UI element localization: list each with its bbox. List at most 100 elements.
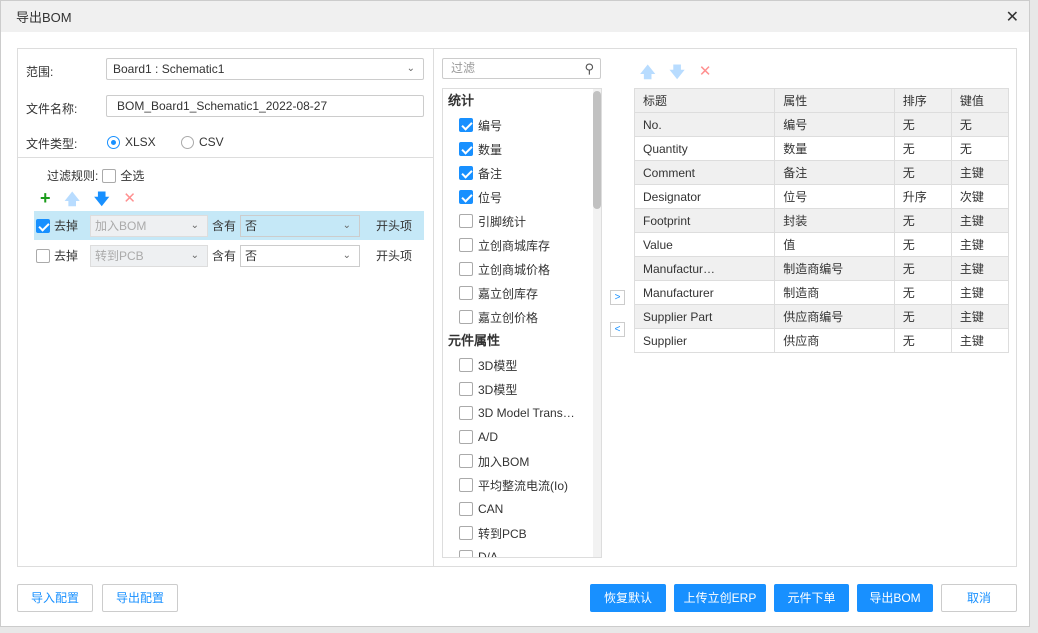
table-cell[interactable]: 主键 — [950, 328, 1010, 353]
column-header[interactable]: 键值 — [950, 88, 1010, 113]
order-parts-button[interactable]: 元件下单 — [774, 584, 849, 612]
cancel-button[interactable]: 取消 — [941, 584, 1017, 612]
field-item[interactable]: D/A — [443, 545, 601, 557]
table-cell[interactable]: 主键 — [950, 208, 1010, 233]
filename-input[interactable]: BOM_Board1_Schematic1_2022-08-27 — [106, 95, 424, 117]
table-cell[interactable]: 数量 — [774, 136, 895, 161]
field-item[interactable]: 位号 — [443, 185, 601, 209]
table-cell[interactable]: 封装 — [774, 208, 895, 233]
field-checkbox[interactable] — [459, 142, 473, 156]
field-checkbox[interactable] — [459, 166, 473, 180]
table-cell[interactable]: 无 — [893, 328, 952, 353]
table-cell[interactable]: 编号 — [774, 112, 895, 137]
table-row[interactable]: Designator 位号 升序 次键 — [633, 184, 1010, 209]
field-item[interactable]: 数量 — [443, 137, 601, 161]
table-cell[interactable]: 无 — [893, 304, 952, 329]
field-item[interactable]: 立创商城价格 — [443, 257, 601, 281]
rule-field-select[interactable]: 转到PCB ⌄ — [90, 244, 209, 267]
table-cell[interactable]: 无 — [893, 232, 952, 257]
rule-mode[interactable]: 开头项 — [376, 217, 412, 234]
table-cell[interactable]: 无 — [893, 208, 952, 233]
table-cell[interactable]: 供应商 — [774, 328, 895, 353]
field-item[interactable]: A/D — [443, 425, 601, 449]
radio-xlsx[interactable]: XLSX — [107, 135, 156, 149]
move-right-button[interactable]: > — [610, 290, 625, 305]
restore-default-button[interactable]: 恢复默认 — [590, 584, 666, 612]
table-cell[interactable]: Manufacturer — [633, 280, 776, 305]
table-row[interactable]: Supplier 供应商无主键 — [633, 328, 1010, 353]
export-bom-button[interactable]: 导出BOM — [857, 584, 933, 612]
table-cell[interactable]: 升序 — [893, 184, 952, 209]
field-list[interactable]: 统计 编号 数量 备注 位号 引脚统计 立创商城库存 立创商城价格 嘉立创库存 嘉立创价格 元件属性… — [442, 88, 602, 558]
select-all-checkbox[interactable] — [102, 168, 117, 183]
export-config-button[interactable]: 导出配置 — [102, 584, 178, 612]
table-cell[interactable]: 主键 — [950, 160, 1010, 185]
table-cell[interactable]: 备注 — [774, 160, 895, 185]
rule-mode[interactable]: 开头项 — [376, 247, 412, 264]
table-cell[interactable]: 制造商编号 — [774, 256, 895, 281]
field-checkbox[interactable] — [459, 406, 473, 420]
table-cell[interactable]: 主键 — [950, 280, 1010, 305]
table-cell[interactable]: Supplier — [633, 328, 776, 353]
filter-input[interactable]: 过滤 ⚲ — [442, 58, 601, 79]
field-checkbox[interactable] — [459, 478, 473, 492]
move-left-button[interactable]: < — [610, 322, 625, 337]
rule-field-select[interactable]: 加入BOM ⌄ — [90, 214, 209, 237]
field-checkbox[interactable] — [459, 118, 473, 132]
field-checkbox[interactable] — [459, 190, 473, 204]
field-item[interactable]: 加入BOM — [443, 449, 601, 473]
rule-checkbox[interactable] — [36, 248, 50, 263]
table-cell[interactable]: 次键 — [950, 184, 1010, 209]
field-checkbox[interactable] — [459, 550, 473, 557]
field-checkbox[interactable] — [459, 310, 473, 324]
table-row[interactable]: No. 编号无无 — [633, 112, 1010, 137]
field-item[interactable]: 备注 — [443, 161, 601, 185]
table-row[interactable]: Supplier Part 供应商编号无主键 — [633, 304, 1010, 329]
table-cell[interactable]: 无 — [950, 136, 1010, 161]
table-row[interactable]: Manufactur… 制造商编号无主键 — [633, 256, 1010, 281]
field-checkbox[interactable] — [459, 454, 473, 468]
table-cell[interactable]: 无 — [893, 256, 952, 281]
table-cell[interactable]: 无 — [893, 160, 952, 185]
field-item[interactable]: 3D Model Trans… — [443, 401, 601, 425]
import-config-button[interactable]: 导入配置 — [17, 584, 93, 612]
column-header[interactable]: 排序 — [893, 88, 952, 113]
field-checkbox[interactable] — [459, 214, 473, 228]
table-row[interactable]: Footprint 封装无主键 — [633, 208, 1010, 233]
table-row[interactable]: Value 值无主键 — [633, 232, 1010, 257]
field-checkbox[interactable] — [459, 502, 473, 516]
rule-checkbox[interactable] — [36, 218, 50, 233]
delete-icon[interactable]: ✕ — [699, 62, 712, 87]
field-item[interactable]: 3D模型 — [443, 353, 601, 377]
table-cell[interactable]: 无 — [893, 280, 952, 305]
table-cell[interactable]: No. — [633, 112, 776, 137]
field-item[interactable]: 3D模型 — [443, 377, 601, 401]
field-item[interactable]: 转到PCB — [443, 521, 601, 545]
table-cell[interactable]: Value — [633, 232, 776, 257]
field-checkbox[interactable] — [459, 526, 473, 540]
arrow-up-icon[interactable]: 🡅 — [640, 62, 655, 87]
table-cell[interactable]: 无 — [950, 112, 1010, 137]
scrollbar[interactable] — [593, 89, 601, 557]
close-icon[interactable]: ✕ — [1006, 7, 1019, 27]
field-checkbox[interactable] — [459, 430, 473, 444]
table-cell[interactable]: 主键 — [950, 232, 1010, 257]
filter-rule-row[interactable]: 去掉 转到PCB ⌄ 含有 否 ⌄ 开头项 — [34, 241, 424, 270]
table-cell[interactable]: 位号 — [774, 184, 895, 209]
table-cell[interactable]: 主键 — [950, 256, 1010, 281]
filter-rule-row[interactable]: 去掉 加入BOM ⌄ 含有 否 ⌄ 开头项 — [34, 211, 424, 240]
search-icon[interactable]: ⚲ — [584, 59, 594, 78]
field-item[interactable]: 嘉立创库存 — [443, 281, 601, 305]
rule-value-select[interactable]: 否 ⌄ — [240, 214, 361, 237]
column-header[interactable]: 标题 — [633, 88, 776, 113]
table-cell[interactable]: 值 — [774, 232, 895, 257]
field-checkbox[interactable] — [459, 238, 473, 252]
field-item[interactable]: CAN — [443, 497, 601, 521]
table-cell[interactable]: 制造商 — [774, 280, 895, 305]
table-row[interactable]: Comment 备注无主键 — [633, 160, 1010, 185]
table-row[interactable]: Quantity 数量无无 — [633, 136, 1010, 161]
field-item[interactable]: 引脚统计 — [443, 209, 601, 233]
rule-value-select[interactable]: 否 ⌄ — [240, 244, 361, 267]
field-item[interactable]: 嘉立创价格 — [443, 305, 601, 329]
column-header[interactable]: 属性 — [774, 88, 895, 113]
